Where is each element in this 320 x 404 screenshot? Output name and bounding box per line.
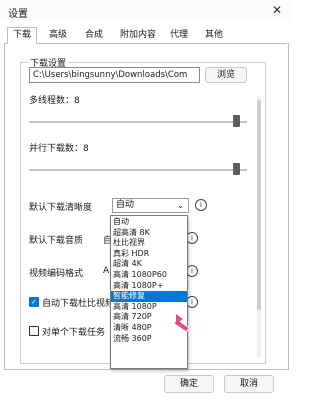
quality-select-value: 自动 — [116, 200, 135, 210]
threads-slider-thumb[interactable] — [233, 115, 240, 127]
partial-row-checkbox[interactable] — [29, 326, 39, 336]
tab-download[interactable]: 下载 — [7, 27, 37, 44]
partial-row-label: 对单个下载任务 — [42, 328, 106, 338]
threads-slider-track[interactable] — [29, 121, 247, 123]
tab-extras[interactable]: 附加内容 — [116, 28, 160, 42]
codec-label: 视频编码格式 — [29, 269, 84, 279]
window-title: 设置 — [8, 9, 28, 20]
audio-label: 默认下载音质 — [29, 236, 84, 246]
browse-button[interactable]: 浏览 — [205, 67, 247, 83]
quality-select[interactable]: 自动 ⌄ — [112, 198, 189, 213]
quality-option[interactable]: 超高清 8K — [111, 228, 187, 239]
quality-option[interactable]: 超清 4K — [111, 259, 187, 270]
quality-label: 默认下载清晰度 — [29, 203, 93, 213]
tab-advanced[interactable]: 高级 — [44, 28, 72, 42]
tab-other[interactable]: 其他 — [200, 28, 228, 42]
quality-option[interactable]: 真彩 HDR — [111, 249, 187, 260]
codec-select-partial[interactable]: A — [103, 266, 109, 276]
tab-bar: 下载 高级 合成 附加内容 代理 其他 — [4, 27, 287, 44]
cancel-button[interactable]: 取消 — [224, 375, 274, 393]
quality-option[interactable]: 杜比视界 — [111, 238, 187, 249]
download-path-input[interactable]: C:\Users\bingsunny\Downloads\Com — [29, 67, 200, 83]
parallel-slider-track[interactable] — [29, 169, 247, 171]
parallel-slider-thumb[interactable] — [233, 163, 240, 175]
auto-download-checkbox[interactable]: ✓ — [29, 297, 39, 307]
auto-download-label: 自动下载杜比视频 — [42, 299, 115, 309]
ok-button[interactable]: 确定 — [164, 375, 214, 393]
tab-compose[interactable]: 合成 — [80, 28, 108, 42]
quality-option[interactable]: 自动 — [111, 217, 187, 228]
parallel-label: 并行下载数：8 — [29, 144, 89, 154]
close-icon[interactable]: ✕ — [270, 3, 284, 17]
tab-proxy[interactable]: 代理 — [165, 28, 193, 42]
quality-option[interactable]: 流畅 360P — [111, 334, 187, 345]
threads-label: 多线程数：8 — [29, 96, 80, 106]
info-icon[interactable]: i — [195, 199, 207, 211]
chevron-down-icon: ⌄ — [177, 201, 184, 210]
scrollbar-thumb[interactable] — [257, 100, 261, 310]
quality-option[interactable]: 高清 1080P+ — [111, 281, 187, 292]
title-bar — [0, 0, 291, 22]
pointer-cursor-icon — [176, 314, 183, 324]
quality-option[interactable]: 高清 1080P60 — [111, 270, 187, 281]
quality-dropdown-list: 自动 超高清 8K 杜比视界 真彩 HDR 超清 4K 高清 1080P60 高… — [110, 215, 188, 369]
quality-option[interactable]: 高清 1080P — [111, 302, 187, 313]
quality-option-selected[interactable]: 智能修复 — [111, 291, 187, 302]
